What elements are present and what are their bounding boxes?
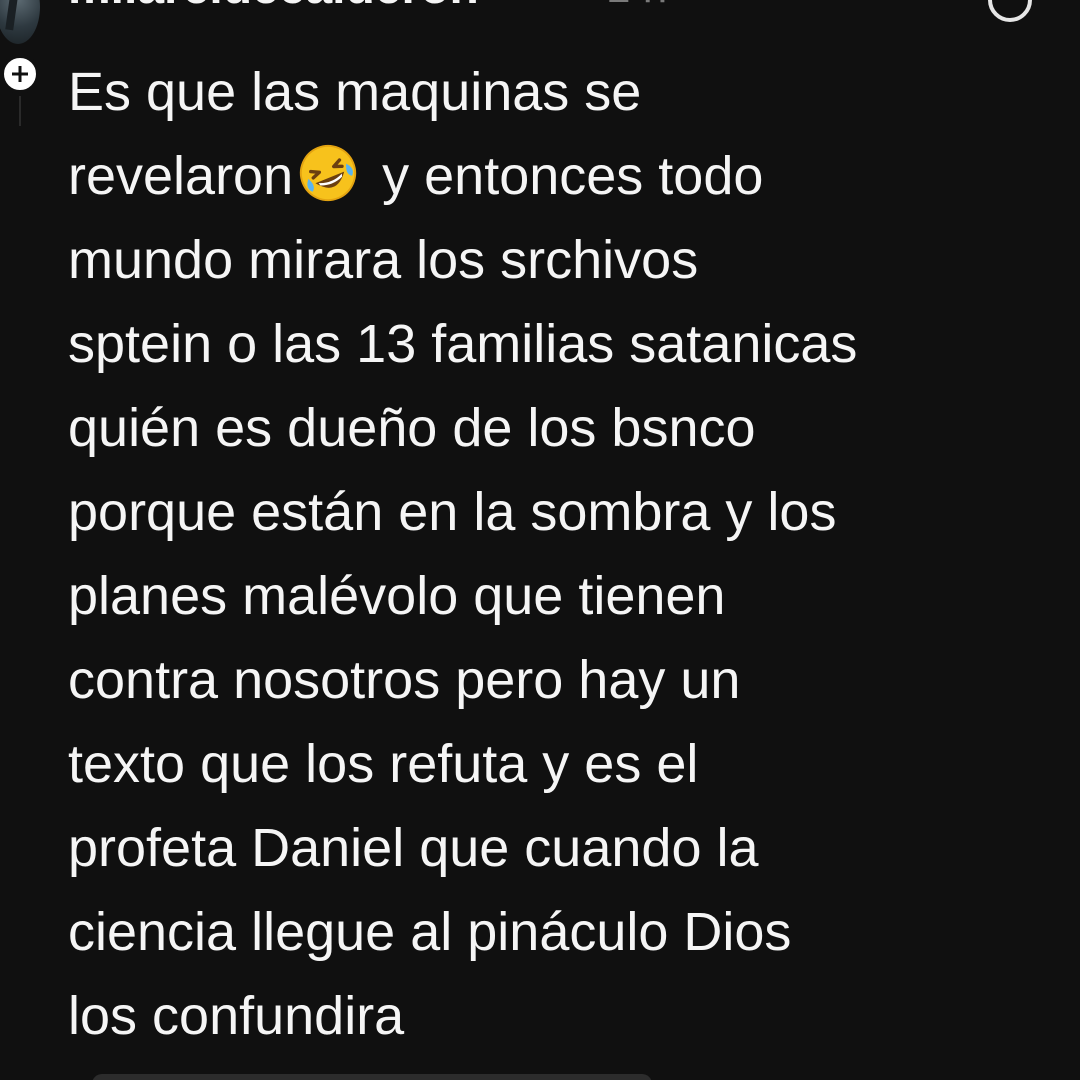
follow-button[interactable]: [0, 54, 40, 94]
post-card: miiareldecalderon 1 h Es que las maquina…: [0, 0, 1080, 1080]
post-body: Es que las maquinas se revelaron y enton…: [68, 50, 1068, 1058]
body-line-10: profeta Daniel que cuando la: [68, 818, 759, 878]
post-username[interactable]: miiareldecalderon: [68, 0, 479, 16]
body-line-11: ciencia llegue al pináculo Dios: [68, 902, 792, 962]
body-line-2: revelaron y entonces todo: [68, 134, 1068, 218]
plus-icon: [12, 66, 28, 82]
body-line-2-start: revelaron: [68, 146, 294, 206]
body-line-9: texto que los refuta y es el: [68, 734, 699, 794]
body-line-7: planes malévolo que tienen: [68, 566, 726, 626]
body-line-6: porque están en la sombra y los: [68, 482, 837, 542]
body-line-12: los confundira: [68, 986, 405, 1046]
body-line-3: mundo mirara los srchivos: [68, 230, 699, 290]
body-line-8: contra nosotros pero hay un: [68, 650, 741, 710]
post-timestamp: 1 h: [606, 0, 667, 16]
thread-line: [19, 96, 21, 126]
body-line-1: Es que las maquinas se: [68, 62, 642, 122]
avatar[interactable]: [0, 0, 40, 44]
next-post-preview: [92, 1074, 652, 1080]
rolling-laughing-emoji-icon: [297, 142, 359, 204]
body-line-4: sptein o las 13 familias satanicas: [68, 314, 858, 374]
body-line-5: quién es dueño de los bsnco: [68, 398, 756, 458]
body-line-2-end: y entonces todo: [367, 146, 764, 206]
more-options-icon[interactable]: [988, 0, 1032, 22]
